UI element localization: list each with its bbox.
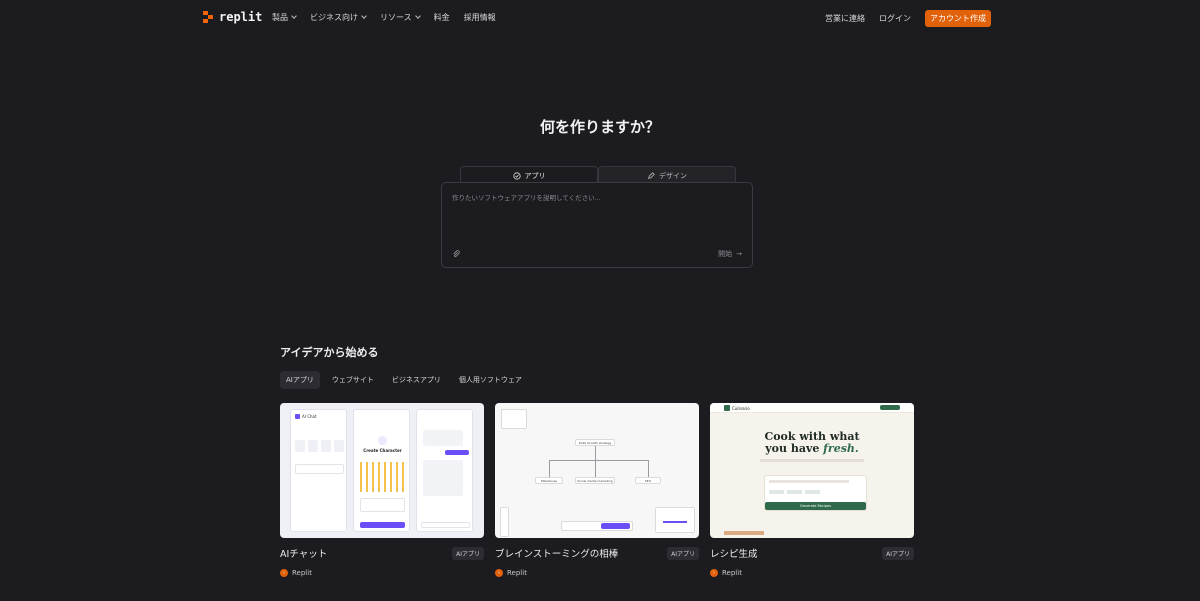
mock-label: AI Chat xyxy=(302,414,317,419)
card-title: AIチャット xyxy=(280,549,328,560)
card-thumbnail[interactable]: Culinario Cook with what you have fresh.… xyxy=(710,403,914,538)
chip-personal-software[interactable]: 個人用ソフトウェア xyxy=(453,371,528,389)
prompt-box[interactable]: 作りたいソフトウェアアプリを説明してください... 開始 → xyxy=(441,182,753,268)
tab-label: アプリ xyxy=(524,171,546,180)
brand-name: replit xyxy=(219,10,263,24)
culinario-logo-icon xyxy=(724,405,730,411)
idea-card-brainstorm[interactable]: 2026 Growth strategy Milestones Social m… xyxy=(495,403,699,577)
app-icon xyxy=(512,171,521,180)
card-title: レシピ生成 xyxy=(710,549,758,560)
idea-card-ai-chat[interactable]: AI Chat Create Character AIチャット AIアプリ › … xyxy=(280,403,484,577)
prompt-input[interactable]: 作りたいソフトウェアアプリを説明してください... xyxy=(452,192,601,202)
author-name: Replit xyxy=(292,569,312,577)
headline-line-2: you have xyxy=(765,442,824,455)
mock-generate-button: Generate Recipes xyxy=(765,502,866,510)
mock-node: Social media marketing xyxy=(575,477,615,484)
idea-card-recipe[interactable]: Culinario Cook with what you have fresh.… xyxy=(710,403,914,577)
mock-panel xyxy=(416,409,473,532)
mock-panel: Create Character xyxy=(353,409,410,532)
replit-author-icon: › xyxy=(710,569,718,577)
replit-logo[interactable]: replit xyxy=(203,10,262,24)
headline-emphasis: fresh. xyxy=(823,442,859,455)
category-chips: AIアプリ ウェブサイト ビジネスアプリ 個人用ソフトウェア xyxy=(280,371,528,389)
arrow-right-icon: → xyxy=(736,250,742,258)
mock-brand: Culinario xyxy=(732,406,750,411)
login-link[interactable]: ログイン xyxy=(879,13,911,24)
mock-headline: Cook with what you have fresh. xyxy=(710,431,914,455)
replit-author-icon: › xyxy=(280,569,288,577)
mock-panel: AI Chat xyxy=(290,409,347,532)
nav-link-careers[interactable]: 採用情報 xyxy=(464,12,496,23)
card-thumbnail[interactable]: 2026 Growth strategy Milestones Social m… xyxy=(495,403,699,538)
mock-node: Milestones xyxy=(535,477,563,484)
chevron-down-icon xyxy=(361,13,367,19)
nav-link-label: 料金 xyxy=(433,13,450,22)
card-thumbnail[interactable]: AI Chat Create Character xyxy=(280,403,484,538)
card-author: › Replit xyxy=(710,569,914,577)
signup-button[interactable]: アカウント作成 xyxy=(925,10,991,27)
card-author: › Replit xyxy=(495,569,699,577)
mock-input-card: Generate Recipes xyxy=(764,475,867,511)
nav-link-label: リソース xyxy=(380,13,412,22)
start-button[interactable]: 開始 → xyxy=(718,249,742,259)
pencil-icon xyxy=(647,171,655,179)
nav-actions: 営業に連絡 ログイン アカウント作成 xyxy=(825,10,991,27)
start-label: 開始 xyxy=(718,250,733,258)
card-title: ブレインストーミングの相棒 xyxy=(495,549,619,560)
card-badge: AIアプリ xyxy=(667,546,699,560)
nav-link-products[interactable]: 製品 xyxy=(272,12,297,23)
chip-ai-apps[interactable]: AIアプリ xyxy=(280,371,320,389)
card-badge: AIアプリ xyxy=(882,546,914,560)
nav-link-label: 製品 xyxy=(272,13,288,22)
section-title: アイデアから始める xyxy=(280,346,379,359)
mock-legend xyxy=(501,409,527,429)
mock-heading: Create Character xyxy=(363,448,402,453)
mock-node: SEO xyxy=(635,477,661,484)
nav-link-label: ビジネス向け xyxy=(310,13,358,22)
chip-websites[interactable]: ウェブサイト xyxy=(326,371,380,389)
author-name: Replit xyxy=(507,569,527,577)
page-title: 何を作りますか？ xyxy=(539,118,660,136)
top-nav: replit 製品 ビジネス向け リソース 料金 採用情報 営業に連絡 ログイン… xyxy=(0,0,1200,34)
mock-node-root: 2026 Growth strategy xyxy=(575,439,615,446)
replit-author-icon: › xyxy=(495,569,503,577)
idea-cards: AI Chat Create Character AIチャット AIアプリ › … xyxy=(280,403,914,577)
nav-link-business[interactable]: ビジネス向け xyxy=(310,12,367,23)
replit-logo-icon xyxy=(203,11,215,23)
chip-business-apps[interactable]: ビジネスアプリ xyxy=(386,371,447,389)
nav-link-pricing[interactable]: 料金 xyxy=(434,12,450,23)
contact-sales-link[interactable]: 営業に連絡 xyxy=(825,13,865,24)
card-author: › Replit xyxy=(280,569,484,577)
nav-link-label: 採用情報 xyxy=(463,13,496,22)
chevron-down-icon xyxy=(414,13,421,19)
chevron-down-icon xyxy=(291,13,297,19)
paperclip-icon[interactable] xyxy=(452,250,460,258)
nav-link-resources[interactable]: リソース xyxy=(380,12,421,23)
mock-minimap xyxy=(655,507,695,533)
tab-label: デザイン xyxy=(659,171,687,180)
mock-toolbar xyxy=(500,507,509,537)
author-name: Replit xyxy=(722,569,742,577)
card-badge: AIアプリ xyxy=(452,546,484,560)
nav-links: 製品 ビジネス向け リソース 料金 採用情報 xyxy=(272,12,496,23)
